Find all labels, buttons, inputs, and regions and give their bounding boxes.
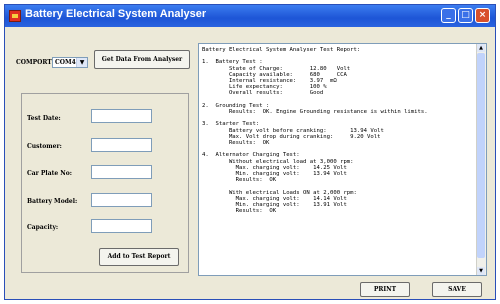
close-button[interactable]: × xyxy=(475,8,490,23)
app-window: Battery Electrical System Analyser _ □ ×… xyxy=(4,4,496,300)
battery-model-label: Battery Model: xyxy=(27,198,78,205)
chevron-down-icon[interactable]: ▼ xyxy=(76,58,87,67)
customer-label: Customer: xyxy=(27,143,62,150)
test-report-textarea[interactable]: Battery Electrical System Analyser Test … xyxy=(198,43,487,276)
test-date-label: Test Date: xyxy=(27,115,61,122)
test-date-field[interactable] xyxy=(91,109,152,123)
comport-select[interactable]: COM4 ▼ xyxy=(52,57,88,68)
get-data-button[interactable]: Get Data From Analyser xyxy=(94,50,190,69)
report-text: Battery Electrical System Analyser Test … xyxy=(202,47,428,215)
car-plate-label: Car Plate No: xyxy=(27,170,72,177)
capacity-field[interactable] xyxy=(91,219,152,233)
comport-label: COMPORT: xyxy=(16,59,54,66)
battery-model-field[interactable] xyxy=(91,193,152,207)
car-plate-field[interactable] xyxy=(91,165,152,179)
scroll-thumb[interactable] xyxy=(477,53,485,258)
maximize-button[interactable]: □ xyxy=(458,8,473,23)
report-scrollbar[interactable]: ▲ ▼ xyxy=(476,44,486,275)
battery-app-icon xyxy=(9,10,21,22)
save-button[interactable]: SAVE xyxy=(432,282,482,297)
window-title: Battery Electrical System Analyser xyxy=(25,8,207,20)
print-button[interactable]: PRINT xyxy=(360,282,410,297)
customer-field[interactable] xyxy=(91,138,152,152)
minimize-button[interactable]: _ xyxy=(441,8,456,23)
add-to-report-button[interactable]: Add to Test Report xyxy=(99,248,179,266)
title-bar[interactable]: Battery Electrical System Analyser _ □ × xyxy=(5,5,495,27)
comport-value: COM4 xyxy=(55,59,76,66)
scroll-down-icon[interactable]: ▼ xyxy=(477,267,485,275)
scroll-up-icon[interactable]: ▲ xyxy=(477,44,485,52)
capacity-label: Capacity: xyxy=(27,224,59,231)
